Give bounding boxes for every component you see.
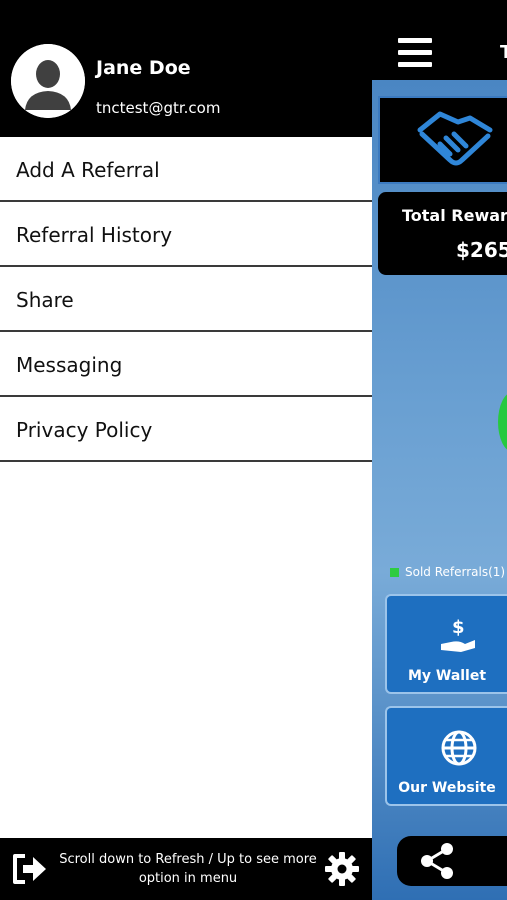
- wallet-icon: $: [441, 617, 475, 652]
- rewards-value: $265: [456, 238, 507, 262]
- logout-icon[interactable]: [11, 852, 49, 886]
- my-wallet-button[interactable]: $ My Wallet: [385, 594, 507, 694]
- menu-item-label: Messaging: [16, 353, 123, 377]
- menu-item-label: Add A Referral: [16, 158, 160, 182]
- legend-label: Sold Referrals(1): [405, 565, 506, 579]
- menu-item-label: Privacy Policy: [16, 418, 153, 442]
- svg-text:$: $: [452, 617, 465, 638]
- menu-item-share[interactable]: Share: [0, 267, 372, 332]
- menu-item-add-referral[interactable]: Add A Referral: [0, 137, 372, 202]
- navigation-drawer: Jane Doe tnctest@gtr.com Add A Referral …: [0, 0, 372, 900]
- user-name: Jane Doe: [96, 57, 191, 79]
- gear-icon[interactable]: [324, 851, 360, 887]
- drawer-footer: Scroll down to Refresh / Up to see more …: [0, 838, 372, 900]
- handshake-logo: [378, 96, 507, 184]
- share-icon: [421, 843, 453, 879]
- hamburger-menu-icon[interactable]: [398, 38, 432, 68]
- my-wallet-label: My Wallet: [407, 668, 487, 684]
- drawer-menu: Add A Referral Referral History Share Me…: [0, 137, 372, 462]
- user-avatar-icon: [11, 44, 85, 118]
- menu-item-label: Referral History: [16, 223, 173, 247]
- handshake-icon: [417, 111, 493, 166]
- rewards-title: Total Rewar: [402, 206, 507, 225]
- our-website-label: Our Website: [398, 780, 496, 796]
- user-email: tnctest@gtr.com: [96, 99, 221, 117]
- footer-hint-text: Scroll down to Refresh / Up to see more …: [59, 852, 317, 886]
- app-title: T: [500, 42, 507, 63]
- legend-swatch: [390, 568, 399, 577]
- menu-item-messaging[interactable]: Messaging: [0, 332, 372, 397]
- avatar[interactable]: [11, 44, 85, 118]
- menu-item-privacy-policy[interactable]: Privacy Policy: [0, 397, 372, 462]
- total-rewards-card: Total Rewar $265: [378, 192, 507, 275]
- our-website-button[interactable]: Our Website: [385, 706, 507, 806]
- menu-item-referral-history[interactable]: Referral History: [0, 202, 372, 267]
- globe-icon: [441, 730, 477, 766]
- menu-item-label: Share: [16, 288, 74, 312]
- chart-legend: Sold Referrals(1): [390, 565, 505, 579]
- drawer-header: Jane Doe tnctest@gtr.com: [0, 0, 372, 137]
- share-button[interactable]: [397, 836, 507, 886]
